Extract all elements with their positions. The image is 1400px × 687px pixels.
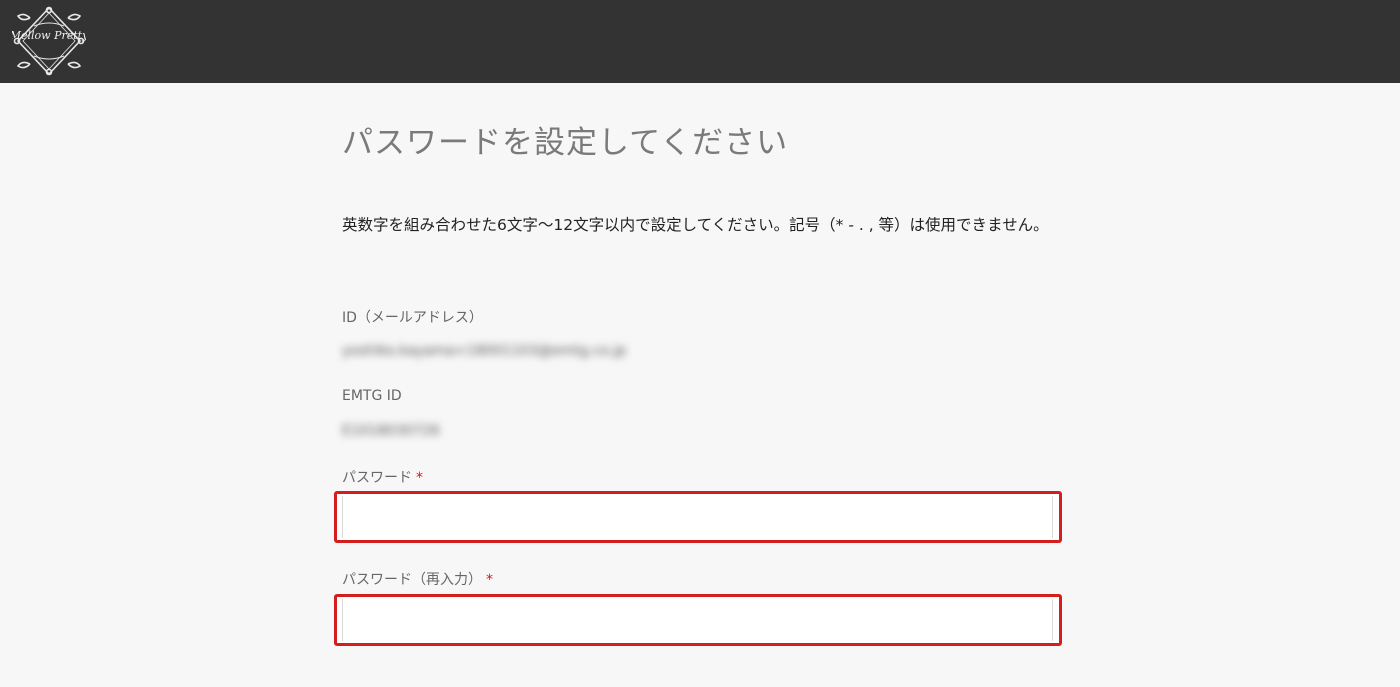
password-label-text: パスワード — [342, 470, 412, 486]
emtg-id-label: EMTG ID — [342, 388, 402, 404]
password-input[interactable] — [342, 496, 1053, 538]
password-field-frame — [334, 491, 1062, 543]
password-confirm-field-frame — [334, 594, 1062, 646]
id-label: ID（メールアドレス） — [342, 310, 483, 326]
password-confirm-label: パスワード（再入力） * — [342, 569, 493, 589]
page-title: パスワードを設定してください — [342, 125, 789, 161]
password-label: パスワード * — [342, 467, 423, 487]
password-instruction: 英数字を組み合わせた6文字～12文字以内で設定してください。記号（* - . ,… — [342, 216, 1049, 234]
required-mark: * — [486, 572, 493, 588]
password-confirm-label-text: パスワード（再入力） — [342, 572, 482, 588]
svg-text:Mellow Pretty: Mellow Pretty — [12, 29, 86, 42]
required-mark: * — [416, 470, 423, 486]
header-bar: Mellow Pretty — [0, 0, 1400, 83]
crest-logo-icon: Mellow Pretty — [9, 6, 89, 76]
id-value: yoshiko.kayama+18001103@emtg.co.jp — [342, 343, 627, 359]
password-confirm-input[interactable] — [342, 599, 1053, 641]
mellow-pretty-logo[interactable]: Mellow Pretty — [9, 4, 89, 78]
emtg-id-value: E1018030726 — [342, 423, 440, 439]
